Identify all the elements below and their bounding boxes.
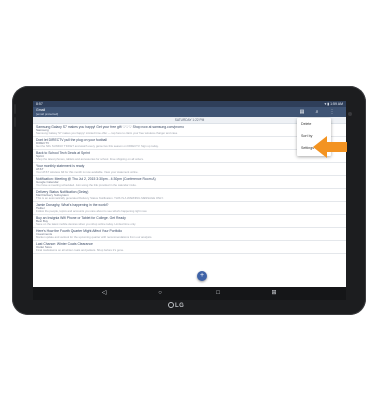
lg-logo-mark <box>168 302 174 308</box>
email-subject: Last Chance: Winter Coats Clearance <box>36 242 93 246</box>
multi-window-icon[interactable]: ⊞ <box>269 287 279 300</box>
email-subject: Buy an Insignia Wifi Phone or Tablet for… <box>36 216 126 220</box>
email-snippet: Samsung Galaxy S7 makes you happy! Limit… <box>36 132 178 135</box>
email-subject: Dont let DIRECTV pull the plug on your f… <box>36 138 107 142</box>
email-subject: Back to School Tech Deals at Sprint <box>36 151 90 155</box>
email-subject: Jamie Donaghy, What's happening in the w… <box>36 203 109 207</box>
back-icon[interactable]: ◁ <box>99 287 109 300</box>
email-subject: Delivery Status Notification (Delay) <box>36 190 89 194</box>
volume-up-button <box>14 104 16 114</box>
email-row[interactable]: Last Chance: Winter Coats Clearance Outl… <box>33 241 346 254</box>
pointer-arrow-icon <box>313 136 347 158</box>
home-icon[interactable]: ○ <box>155 287 165 300</box>
lg-logo: LG <box>168 302 184 309</box>
email-snippet: Get the NFL SUNDAY TICKET and watch ever… <box>36 145 159 148</box>
search-icon[interactable]: ⌕ <box>314 109 320 115</box>
email-subject: Samsung Galaxy S7 makes you happy! Get y… <box>36 125 185 129</box>
account-email: [email protected] <box>36 112 59 116</box>
email-row[interactable]: Delivery Status Notification (Delay) Mai… <box>33 189 346 202</box>
inbox-icon[interactable]: ▤ <box>299 109 305 115</box>
compose-button[interactable]: + <box>197 271 207 281</box>
volume-down-button <box>14 117 16 127</box>
email-snippet: Final markdowns on all winter coats and … <box>36 249 124 252</box>
lg-logo-text: LG <box>175 303 185 309</box>
email-subject: Notification: Meeting @ Thu Jul 2, 2015 … <box>36 177 156 181</box>
recents-icon[interactable]: □ <box>213 287 223 300</box>
navigation-bar: ◁ ○ □ ⊞ <box>33 287 346 300</box>
overflow-menu-icon[interactable]: ⋮ <box>329 109 335 115</box>
email-row[interactable]: Here's How the Fourth Quarter Might Affe… <box>33 228 346 241</box>
email-snippet: You have a meeting scheduled. Join using… <box>36 184 137 187</box>
email-snippet: Market update and outlook for the upcomi… <box>36 236 153 239</box>
email-snippet: This is an automatically generated Deliv… <box>36 197 164 200</box>
email-row[interactable]: Jamie Donaghy, What's happening in the w… <box>33 202 346 215</box>
email-snippet: Save on the latest mobile devices when y… <box>36 223 137 226</box>
email-snippet: Follow the people, topics and accounts y… <box>36 210 148 213</box>
email-snippet: Your AT&T wireless bill for this month i… <box>36 171 139 174</box>
front-camera <box>348 112 352 116</box>
email-row[interactable]: Your monthly statement is ready AT&T You… <box>33 163 346 176</box>
email-subject: Your monthly statement is ready <box>36 164 85 168</box>
app-bar: Gmail [email protected] ▤ ⌕ ⋮ <box>33 107 346 117</box>
menu-item-delete[interactable]: Delete <box>297 118 331 130</box>
email-row[interactable]: Buy an Insignia Wifi Phone or Tablet for… <box>33 215 346 228</box>
email-snippet: Shop the latest phones, tablets and acce… <box>36 158 144 161</box>
email-subject: Here's How the Fourth Quarter Might Affe… <box>36 229 122 233</box>
screen: 8:57 ▾ ▮ 1:59 AM Gmail [email protected]… <box>33 101 346 300</box>
email-row[interactable]: Notification: Meeting @ Thu Jul 2, 2015 … <box>33 176 346 189</box>
